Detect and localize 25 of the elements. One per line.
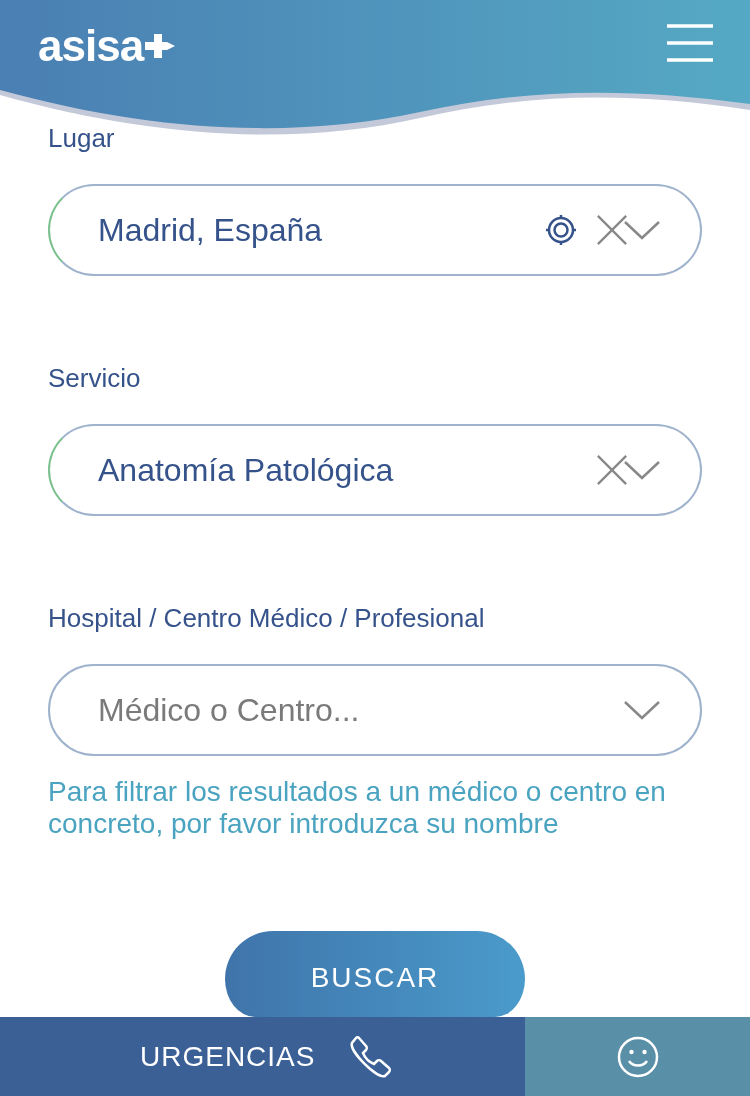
chevron-down-icon[interactable] bbox=[624, 220, 660, 240]
field-placeholder: Médico o Centro... bbox=[98, 691, 361, 729]
field-value: Anatomía Patológica bbox=[98, 451, 395, 489]
location-icon[interactable] bbox=[544, 213, 578, 247]
field-label: Lugar bbox=[48, 122, 116, 154]
input-field[interactable]: Anatomía Patológica bbox=[48, 424, 702, 516]
emergency-label: URGENCIAS bbox=[140, 1040, 316, 1073]
field-label: Hospital / Centro Médico / Profesional bbox=[48, 602, 486, 634]
phone-icon[interactable] bbox=[349, 1034, 394, 1079]
smiley-icon[interactable] bbox=[616, 1035, 659, 1078]
menu-icon[interactable] bbox=[667, 24, 713, 62]
input-field[interactable]: Médico o Centro... bbox=[48, 664, 702, 756]
logo-text: asisa bbox=[38, 22, 144, 70]
field-value: Madrid, España bbox=[98, 211, 324, 249]
clear-icon[interactable] bbox=[596, 214, 628, 246]
clear-icon[interactable] bbox=[596, 454, 628, 486]
emergency-bar[interactable]: URGENCIAS bbox=[0, 1017, 525, 1096]
field-label: Servicio bbox=[48, 362, 142, 394]
logo-plus-icon bbox=[145, 34, 176, 58]
feedback-panel[interactable] bbox=[525, 1017, 750, 1096]
hint-text: Para filtrar los resultados a un médico o centro en concreto, por favor introduzca su nombre bbox=[48, 776, 667, 840]
chevron-down-icon[interactable] bbox=[624, 700, 660, 720]
search-button[interactable]: BUSCAR bbox=[225, 931, 525, 1017]
input-field[interactable]: Madrid, España bbox=[48, 184, 702, 276]
chevron-down-icon[interactable] bbox=[624, 460, 660, 480]
